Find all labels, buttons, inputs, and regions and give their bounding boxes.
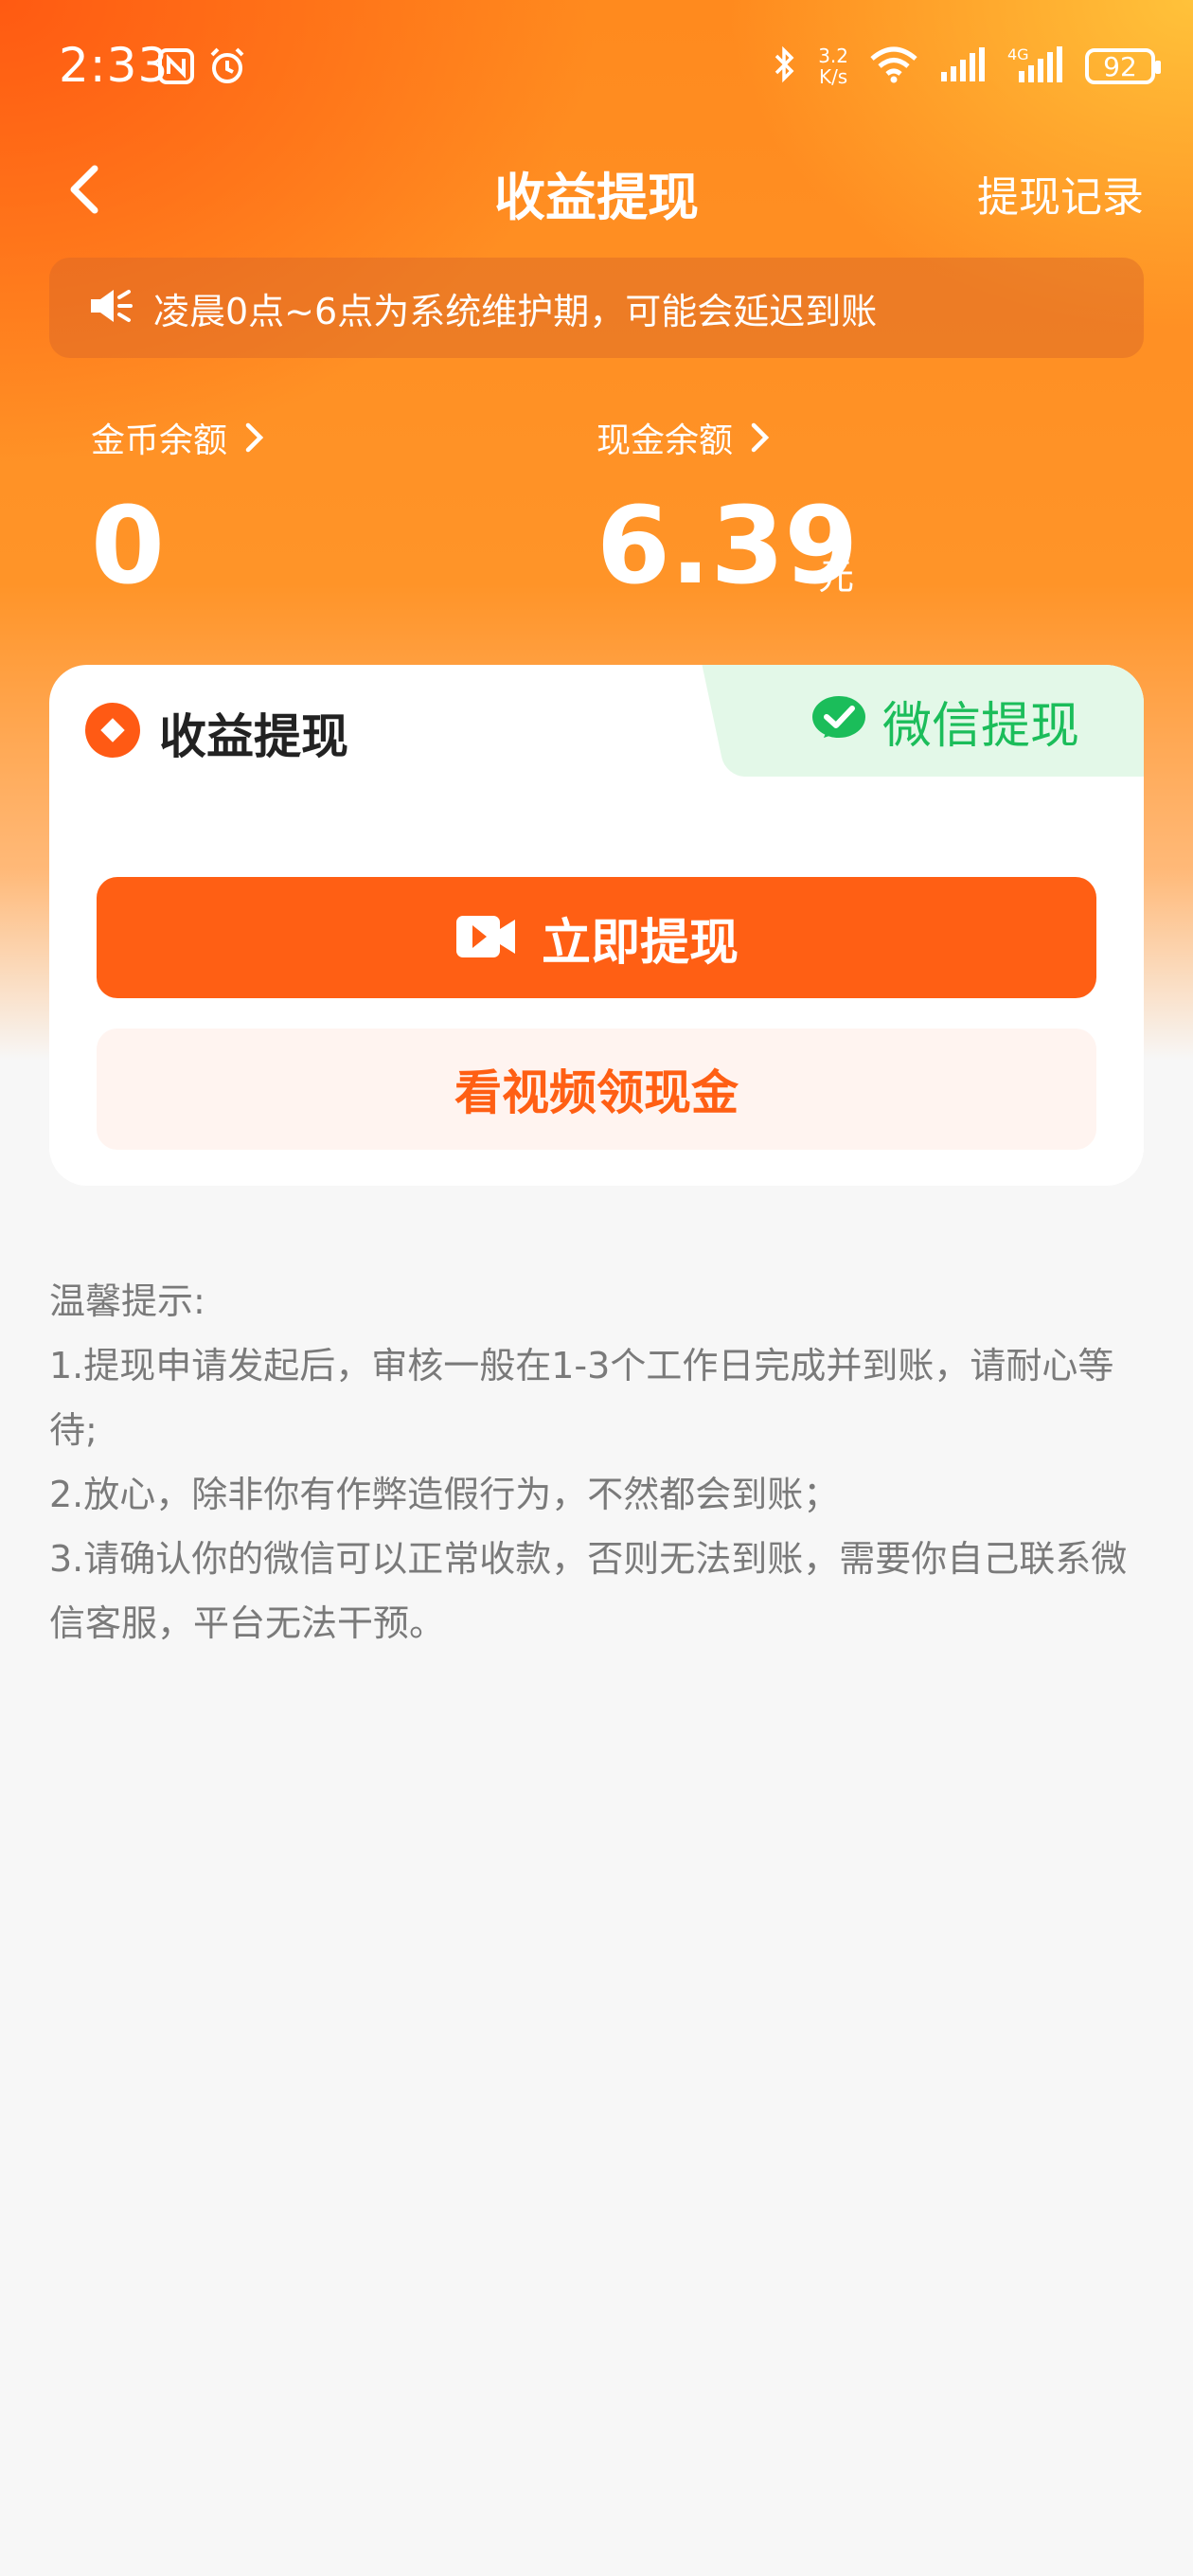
watch-video-button[interactable]: 看视频领现金 [97,1029,1096,1150]
network-speed-unit: K/s [818,65,848,88]
wifi-icon [869,45,918,87]
bluetooth-icon [773,45,797,88]
speaker-icon [87,286,134,330]
watch-video-label: 看视频领现金 [454,1065,739,1120]
battery-icon: 92 [1085,48,1161,84]
cash-balance-link[interactable]: 现金余额 [596,413,771,462]
coin-balance-value: 0 [91,485,165,608]
tip-line-2: 2.放心，除非你有作弊造假行为，不然都会到账； [49,1474,840,1515]
chevron-right-icon [751,422,770,453]
svg-text:4G: 4G [1007,45,1029,63]
withdraw-now-button[interactable]: 立即提现 [97,877,1096,998]
tips-section: 温馨提示: 1.提现申请发起后，审核一般在1-3个工作日完成并到账，请耐心等待;… [49,1269,1148,1655]
notice-text: 凌晨0点~6点为系统维护期，可能会延迟到账 [153,290,878,332]
tips-heading: 温馨提示: [49,1280,205,1322]
status-time: 2:33 [59,38,169,93]
wechat-withdraw-label: 微信提现 [881,697,1079,755]
nfc-icon [157,47,195,89]
wechat-check-icon [810,694,867,747]
wechat-withdraw-tab[interactable]: 微信提现 [746,665,1144,777]
cash-balance-label: 现金余额 [596,421,734,460]
card-title: 收益提现 [159,709,348,764]
tip-line-1: 1.提现申请发起后，审核一般在1-3个工作日完成并到账，请耐心等待; [49,1345,1114,1451]
status-icons: 3.2 K/s 4G 92 [773,42,1161,91]
coin-balance-link[interactable]: 金币余额 [91,413,265,462]
signal-4g-icon: 4G [1007,45,1064,88]
signal-icon [939,45,987,87]
network-speed: 3.2 K/s [818,45,848,87]
tip-line-3: 3.请确认你的微信可以正常收款，否则无法到账，需要你自己联系微信客服，平台无法干… [49,1538,1128,1644]
coin-balance-label: 金币余额 [91,421,228,460]
alarm-icon [206,45,248,91]
maintenance-notice: 凌晨0点~6点为系统维护期，可能会延迟到账 [49,258,1144,358]
cash-unit: 元 [818,556,855,598]
chevron-right-icon [245,422,264,453]
withdraw-card: 收益提现 微信提现 立即提现 看视频领现金 [49,665,1144,1186]
withdraw-records-link[interactable]: 提现记录 [977,163,1144,224]
video-camera-icon [454,910,517,966]
diamond-icon [85,703,140,758]
battery-level: 92 [1103,50,1137,82]
network-speed-value: 3.2 [818,45,848,67]
withdraw-now-label: 立即提现 [541,915,739,971]
